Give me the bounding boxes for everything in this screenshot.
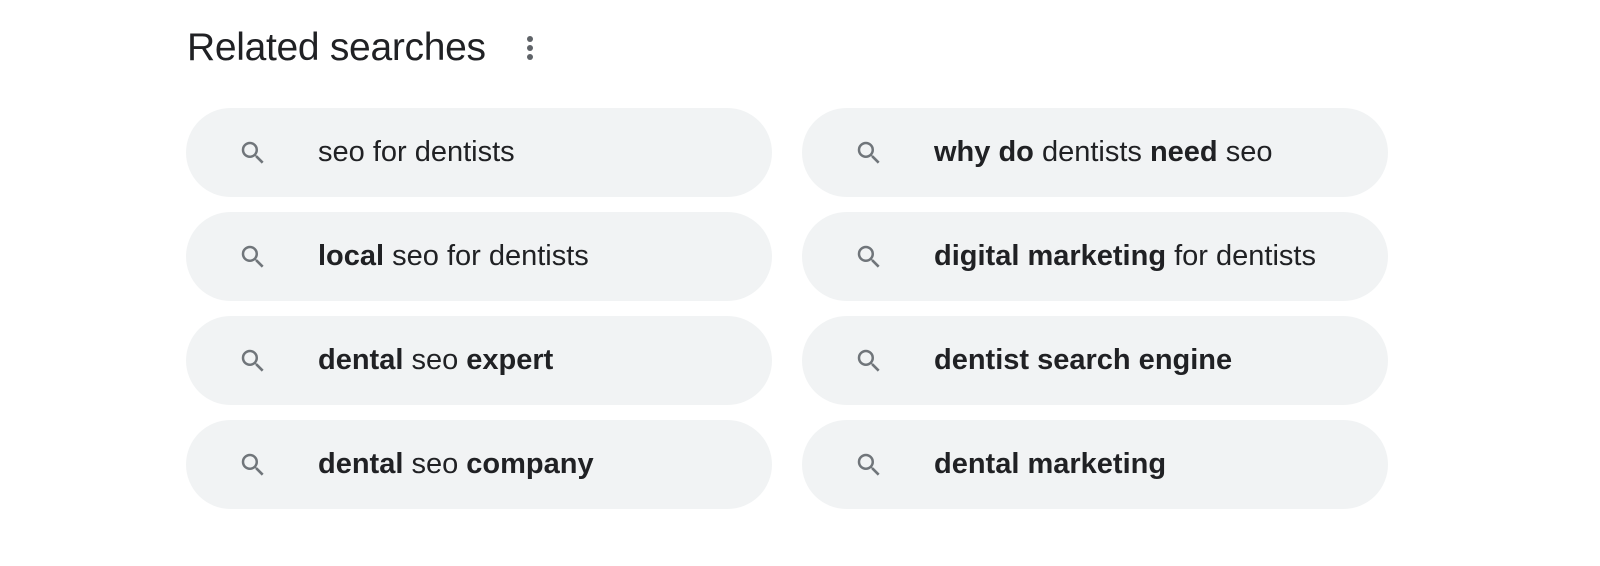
related-search-label: seo for dentists	[318, 136, 515, 169]
highlighted-term: local	[318, 240, 385, 272]
search-icon	[238, 450, 268, 480]
related-search-chip[interactable]: dental marketing	[802, 420, 1388, 509]
related-search-label: local seo for dentists	[318, 240, 589, 273]
search-icon	[854, 346, 884, 376]
search-icon	[238, 346, 268, 376]
more-options-button[interactable]	[518, 28, 542, 68]
highlighted-term: dental marketing	[934, 448, 1167, 480]
highlighted-term: company	[466, 448, 594, 480]
section-title: Related searches	[187, 26, 486, 69]
highlighted-term: digital marketing	[934, 240, 1167, 272]
highlighted-term: why do	[934, 136, 1034, 168]
query-term: seo	[403, 448, 467, 480]
related-search-label: dental seo expert	[318, 344, 553, 377]
related-search-chip[interactable]: dental seo company	[186, 420, 772, 509]
query-term: seo	[403, 344, 467, 376]
highlighted-term: dental	[318, 344, 404, 376]
highlighted-term: need	[1149, 136, 1218, 168]
related-search-chip[interactable]: why do dentists need seo	[802, 108, 1388, 197]
query-term: seo	[1217, 136, 1273, 168]
search-icon	[238, 242, 268, 272]
related-search-label: dental marketing	[934, 448, 1166, 481]
related-search-label: dentist search engine	[934, 344, 1232, 377]
search-icon	[854, 138, 884, 168]
related-search-label: why do dentists need seo	[934, 136, 1272, 169]
related-search-chip[interactable]: dental seo expert	[186, 316, 772, 405]
related-search-chip[interactable]: seo for dentists	[186, 108, 772, 197]
related-search-chip[interactable]: local seo for dentists	[186, 212, 772, 301]
more-vert-icon	[526, 36, 533, 60]
highlighted-term: dental	[318, 448, 404, 480]
search-icon	[238, 138, 268, 168]
highlighted-term: dentist search engine	[934, 344, 1233, 376]
related-search-label: digital marketing for dentists	[934, 240, 1316, 273]
related-searches-grid: seo for dentists why do dentists need seo…	[186, 108, 1396, 509]
related-search-chip[interactable]: dentist search engine	[802, 316, 1388, 405]
query-term: dentists	[1033, 136, 1150, 168]
related-searches-header: Related searches	[187, 22, 542, 74]
query-term: for dentists	[1166, 240, 1316, 272]
query-term: seo for dentists	[318, 136, 515, 168]
related-search-label: dental seo company	[318, 448, 594, 481]
query-term: seo for dentists	[384, 240, 589, 272]
search-icon	[854, 450, 884, 480]
related-search-chip[interactable]: digital marketing for dentists	[802, 212, 1388, 301]
highlighted-term: expert	[466, 344, 554, 376]
search-icon	[854, 242, 884, 272]
